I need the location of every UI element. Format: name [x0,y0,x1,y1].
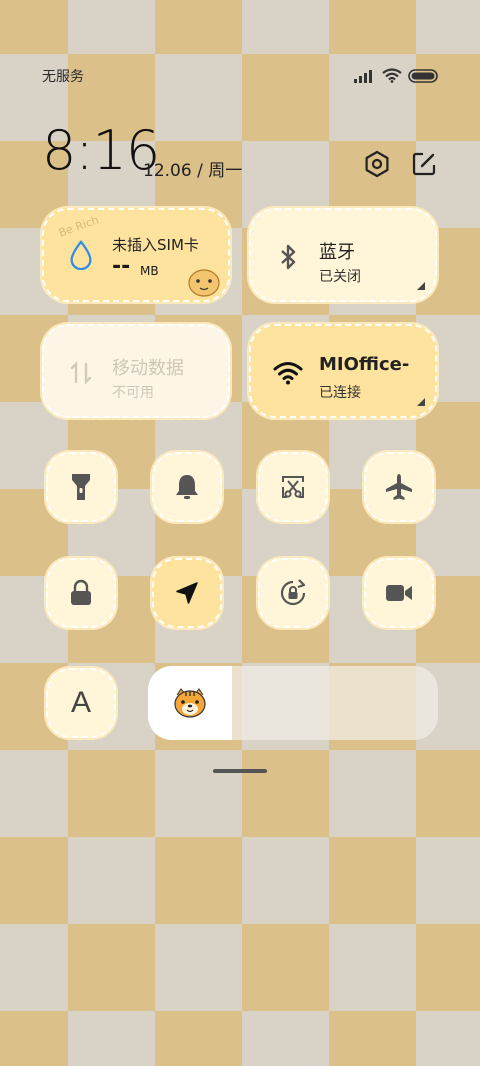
bluetooth-status: 已关闭 [319,269,361,285]
mute-toggle[interactable] [152,452,222,522]
signal-icon [354,69,372,83]
expand-corner-icon[interactable] [417,398,425,406]
settings-icon[interactable] [363,150,391,178]
flashlight-toggle[interactable] [46,452,116,522]
mobile-data-arrows-icon [70,361,92,385]
location-arrow-icon [176,582,198,604]
drag-handle[interactable] [213,769,267,773]
font-size-toggle[interactable]: A [46,668,116,738]
water-drop-icon [70,240,92,270]
brightness-slider[interactable] [148,666,438,740]
wifi-icon [382,68,402,83]
auto-rotate-toggle[interactable] [258,558,328,628]
mobile-data-status: 不可用 [112,385,154,401]
data-usage-tile[interactable]: Be Rich 未插入SIM卡 -- MB [42,208,230,302]
font-size-label: A [70,686,91,719]
lock-screen-toggle[interactable] [46,558,116,628]
flashlight-icon [72,474,90,500]
screenshot-toggle[interactable] [258,452,328,522]
status-bar: 无服务 [42,66,438,86]
bluetooth-tile[interactable]: 蓝牙 已关闭 [249,208,437,302]
data-usage-value: -- [112,254,131,279]
wifi-tile[interactable]: MIOffice- 已连接 [249,324,437,418]
airplane-toggle[interactable] [364,452,434,522]
tiger-face-icon [174,688,206,718]
clock-date: 12.06 / 周一 [143,161,243,181]
edit-icon[interactable] [410,150,438,178]
rotation-lock-icon [280,579,306,606]
battery-icon [408,68,438,83]
data-usage-title: 未插入SIM卡 [112,236,199,254]
brightness-fill [148,666,233,740]
screen-record-toggle[interactable] [364,558,434,628]
video-camera-icon [386,585,412,601]
mobile-data-tile[interactable]: 移动数据 不可用 [42,324,230,418]
wifi-icon [273,362,303,385]
wifi-status: 已连接 [319,385,361,401]
bluetooth-title: 蓝牙 [319,242,355,263]
bell-icon [176,475,198,499]
data-usage-unit: MB [140,264,159,278]
scissors-screenshot-icon [282,476,304,498]
mobile-data-title: 移动数据 [112,358,184,379]
location-toggle[interactable] [152,558,222,628]
lock-icon [71,579,91,605]
airplane-icon [386,474,412,500]
tiger-sticker-icon [188,269,220,297]
be-rich-sticker: Be Rich [57,213,101,240]
clock-time: 8:16 [42,119,160,182]
expand-corner-icon[interactable] [417,282,425,290]
bluetooth-icon [281,244,296,270]
carrier-text: 无服务 [42,69,84,85]
wifi-network-name: MIOffice- [319,354,410,375]
